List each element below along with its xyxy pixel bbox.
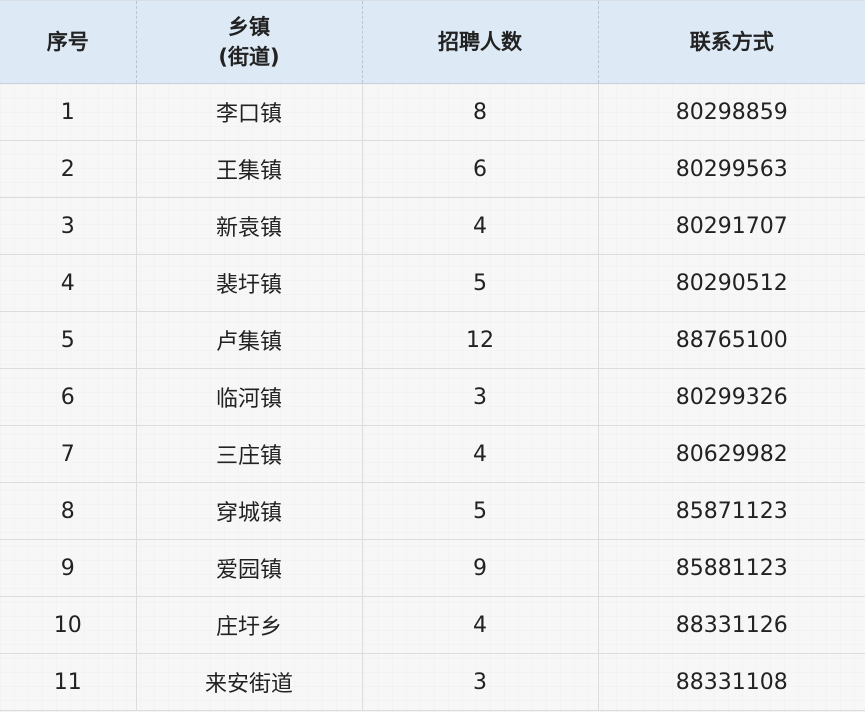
table-row: 2 王集镇 6 80299563 — [0, 140, 865, 198]
cell-contact[interactable]: 80291707 — [597, 197, 865, 255]
cell-contact[interactable]: 80629982 — [597, 425, 865, 483]
table-row: 9 爱园镇 9 85881123 — [0, 539, 865, 597]
header-count[interactable]: 招聘人数 — [361, 0, 599, 84]
header-contact[interactable]: 联系方式 — [597, 0, 865, 84]
header-count-label: 招聘人数 — [438, 30, 522, 54]
cell-town[interactable]: 爱园镇 — [135, 539, 363, 597]
header-contact-label: 联系方式 — [689, 30, 774, 54]
cell-contact[interactable]: 88765100 — [597, 311, 865, 369]
table-row: 3 新袁镇 4 80291707 — [0, 197, 865, 255]
cell-town[interactable]: 李口镇 — [135, 83, 363, 141]
cell-index[interactable]: 11 — [0, 653, 137, 711]
cell-index[interactable]: 4 — [0, 254, 137, 312]
spreadsheet-view: 序号 乡镇 (街道) 招聘人数 联系方式 1 李口镇 8 80298859 2 … — [0, 0, 865, 712]
cell-count[interactable]: 4 — [361, 425, 599, 483]
cell-index[interactable]: 6 — [0, 368, 137, 426]
cell-contact[interactable]: 85881123 — [597, 539, 865, 597]
cell-index[interactable]: 5 — [0, 311, 137, 369]
table-row: 6 临河镇 3 80299326 — [0, 368, 865, 426]
cell-index[interactable]: 7 — [0, 425, 137, 483]
recruitment-table: 序号 乡镇 (街道) 招聘人数 联系方式 1 李口镇 8 80298859 2 … — [0, 0, 865, 711]
cell-contact[interactable]: 80290512 — [597, 254, 865, 312]
cell-town[interactable]: 卢集镇 — [135, 311, 363, 369]
cell-count[interactable]: 3 — [361, 653, 599, 711]
cell-count[interactable]: 4 — [361, 596, 599, 654]
header-index[interactable]: 序号 — [0, 0, 137, 84]
cell-town[interactable]: 穿城镇 — [135, 482, 363, 540]
header-town[interactable]: 乡镇 (街道) — [135, 0, 363, 84]
cell-contact[interactable]: 88331126 — [597, 596, 865, 654]
cell-town[interactable]: 临河镇 — [135, 368, 363, 426]
cell-count[interactable]: 5 — [361, 482, 599, 540]
cell-town[interactable]: 裴圩镇 — [135, 254, 363, 312]
table-row: 5 卢集镇 12 88765100 — [0, 311, 865, 369]
cell-index[interactable]: 8 — [0, 482, 137, 540]
table-row: 10 庄圩乡 4 88331126 — [0, 596, 865, 654]
table-row: 1 李口镇 8 80298859 — [0, 83, 865, 141]
cell-contact[interactable]: 80299563 — [597, 140, 865, 198]
table-row: 7 三庄镇 4 80629982 — [0, 425, 865, 483]
cell-index[interactable]: 3 — [0, 197, 137, 255]
table-body: 1 李口镇 8 80298859 2 王集镇 6 80299563 3 新袁镇 … — [0, 83, 865, 711]
cell-index[interactable]: 1 — [0, 83, 137, 141]
cell-town[interactable]: 来安街道 — [135, 653, 363, 711]
cell-count[interactable]: 8 — [361, 83, 599, 141]
cell-contact[interactable]: 80299326 — [597, 368, 865, 426]
cell-contact[interactable]: 85871123 — [597, 482, 865, 540]
cell-index[interactable]: 2 — [0, 140, 137, 198]
header-town-sublabel: (街道) — [218, 45, 280, 69]
cell-town[interactable]: 新袁镇 — [135, 197, 363, 255]
header-town-label: 乡镇 — [228, 15, 270, 39]
cell-count[interactable]: 6 — [361, 140, 599, 198]
table-row: 4 裴圩镇 5 80290512 — [0, 254, 865, 312]
cell-count[interactable]: 12 — [361, 311, 599, 369]
cell-town[interactable]: 三庄镇 — [135, 425, 363, 483]
table-header: 序号 乡镇 (街道) 招聘人数 联系方式 — [0, 0, 865, 84]
cell-contact[interactable]: 88331108 — [597, 653, 865, 711]
cell-count[interactable]: 9 — [361, 539, 599, 597]
cell-town[interactable]: 王集镇 — [135, 140, 363, 198]
cell-index[interactable]: 10 — [0, 596, 137, 654]
header-row: 序号 乡镇 (街道) 招聘人数 联系方式 — [0, 0, 865, 84]
table-row: 11 来安街道 3 88331108 — [0, 653, 865, 711]
cell-count[interactable]: 5 — [361, 254, 599, 312]
cell-count[interactable]: 3 — [361, 368, 599, 426]
cell-town[interactable]: 庄圩乡 — [135, 596, 363, 654]
cell-count[interactable]: 4 — [361, 197, 599, 255]
cell-contact[interactable]: 80298859 — [597, 83, 865, 141]
header-index-label: 序号 — [46, 30, 89, 54]
table-row: 8 穿城镇 5 85871123 — [0, 482, 865, 540]
cell-index[interactable]: 9 — [0, 539, 137, 597]
